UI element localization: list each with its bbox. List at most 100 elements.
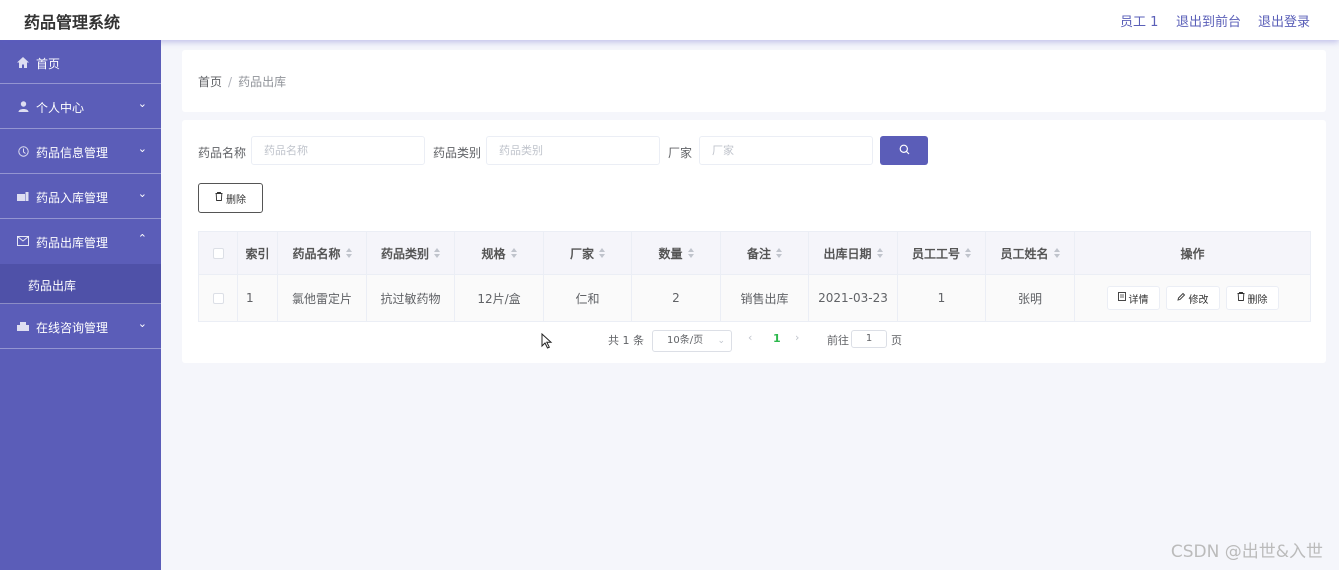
cell-maker: 仁和 xyxy=(544,275,632,321)
table-header-row: 索引 药品名称 药品类别 规格 厂家 数量 备注 出库日期 员工工号 员工姓名 … xyxy=(199,232,1310,275)
header-label: 操作 xyxy=(1180,246,1205,261)
header-category[interactable]: 药品类别 xyxy=(367,232,455,274)
pagination-total: 共 1 条 xyxy=(608,334,644,347)
prev-page-icon[interactable]: ‹ xyxy=(748,331,752,344)
filter-category-input[interactable] xyxy=(486,136,660,165)
home-icon xyxy=(16,55,30,69)
delete-label: 删除 xyxy=(1247,294,1268,306)
select-all-cell xyxy=(199,232,238,274)
row-delete-button[interactable]: 删除 xyxy=(1225,286,1279,310)
filter-name-input[interactable] xyxy=(251,136,425,165)
breadcrumb-card: 首页 / 药品出库 xyxy=(182,50,1326,112)
chevron-down-icon: ⌄ xyxy=(137,97,147,110)
cell-actions: 详情 修改 删除 xyxy=(1075,275,1310,321)
select-all-checkbox[interactable] xyxy=(212,247,224,259)
breadcrumb-home[interactable]: 首页 xyxy=(198,75,222,89)
sidebar-item-label: 药品出库管理 xyxy=(36,236,109,250)
page-number-current[interactable]: 1 xyxy=(773,332,781,345)
header-actions: 操作 xyxy=(1075,232,1310,274)
search-button[interactable] xyxy=(880,136,928,165)
filter-category-label: 药品类别 xyxy=(433,146,482,160)
header-drug-name[interactable]: 药品名称 xyxy=(278,232,367,274)
sort-icon[interactable] xyxy=(345,248,352,258)
sidebar-item-label: 药品入库管理 xyxy=(36,191,109,205)
sidebar-item-label: 个人中心 xyxy=(36,101,85,115)
page-unit-label: 页 xyxy=(891,334,902,347)
sidebar-subitem-drug-outbound[interactable]: 药品出库 xyxy=(0,264,161,304)
app-title: 药品管理系统 xyxy=(24,13,121,32)
sort-icon[interactable] xyxy=(776,248,782,258)
sort-icon[interactable] xyxy=(1053,248,1060,258)
chat-icon xyxy=(16,319,30,333)
sort-icon[interactable] xyxy=(599,248,605,258)
page-size-select[interactable]: 10条/页 ⌄ xyxy=(652,330,732,352)
sidebar-item-drug-inbound[interactable]: 药品入库管理 ⌄ xyxy=(0,174,161,219)
header-maker[interactable]: 厂家 xyxy=(544,232,632,274)
main-card: 药品名称 药品类别 厂家 删除 索引 药品名称 药品类别 规格 厂家 数量 备注… xyxy=(182,120,1326,363)
sidebar-item-online-consult[interactable]: 在线咨询管理 ⌄ xyxy=(0,304,161,349)
mail-icon xyxy=(16,234,30,248)
header-quantity[interactable]: 数量 xyxy=(632,232,721,274)
batch-delete-button[interactable]: 删除 xyxy=(198,183,263,213)
header-label: 员工姓名 xyxy=(1000,246,1049,261)
cell-spec: 12片/盒 xyxy=(455,275,544,321)
chevron-down-icon: ⌄ xyxy=(137,317,147,330)
page-size-value: 10条/页 xyxy=(667,335,704,346)
header-label: 规格 xyxy=(481,246,506,261)
header-label: 索引 xyxy=(245,246,270,261)
trash-icon xyxy=(1237,292,1245,304)
sort-icon[interactable] xyxy=(876,248,883,258)
row-checkbox[interactable] xyxy=(212,292,224,304)
storage-icon xyxy=(16,189,30,203)
header-label: 员工工号 xyxy=(911,246,960,261)
trash-icon xyxy=(215,192,223,204)
document-icon xyxy=(1117,292,1126,304)
sidebar-subitem-label: 药品出库 xyxy=(28,279,77,293)
logout-link[interactable]: 退出登录 xyxy=(1258,11,1310,30)
sidebar-item-drug-info[interactable]: 药品信息管理 ⌄ xyxy=(0,129,161,174)
header-label: 药品类别 xyxy=(380,246,429,261)
cell-drug-name: 氯他雷定片 xyxy=(278,275,367,321)
sidebar-item-label: 药品信息管理 xyxy=(36,146,109,160)
chevron-up-icon: ⌃ xyxy=(137,232,147,245)
sidebar-item-home[interactable]: 首页 xyxy=(0,40,161,84)
current-user-link[interactable]: 员工 1 xyxy=(1120,11,1158,30)
goto-page-input[interactable]: 1 xyxy=(851,330,887,348)
sidebar-item-personal-center[interactable]: 个人中心 ⌄ xyxy=(0,84,161,129)
header-spec[interactable]: 规格 xyxy=(455,232,544,274)
detail-button[interactable]: 详情 xyxy=(1106,286,1160,310)
goto-label: 前往 xyxy=(827,334,849,347)
row-select-cell xyxy=(199,275,238,321)
sort-icon[interactable] xyxy=(510,248,517,258)
filter-maker-label: 厂家 xyxy=(668,146,693,160)
sort-icon[interactable] xyxy=(687,248,694,258)
sidebar: 首页 个人中心 ⌄ 药品信息管理 ⌄ 药品入库管理 ⌄ 药品出库管理 ⌃ 药品出… xyxy=(0,40,161,570)
top-header: 药品管理系统 员工 1 退出到前台 退出登录 xyxy=(0,0,1339,40)
cell-quantity: 2 xyxy=(632,275,721,321)
cell-index: 1 xyxy=(238,275,278,321)
header-employee-id[interactable]: 员工工号 xyxy=(898,232,986,274)
table-row: 1 氯他雷定片 抗过敏药物 12片/盒 仁和 2 销售出库 2021-03-23… xyxy=(199,275,1310,321)
header-index: 索引 xyxy=(238,232,278,274)
sidebar-item-drug-outbound[interactable]: 药品出库管理 ⌃ xyxy=(0,219,161,264)
header-label: 数量 xyxy=(658,246,683,261)
filter-maker-input[interactable] xyxy=(699,136,873,165)
next-page-icon[interactable]: › xyxy=(795,331,799,344)
edit-icon xyxy=(1176,292,1186,304)
edit-button[interactable]: 修改 xyxy=(1165,286,1220,310)
cell-category: 抗过敏药物 xyxy=(367,275,455,321)
header-remark[interactable]: 备注 xyxy=(721,232,809,274)
sidebar-item-label: 首页 xyxy=(36,57,61,71)
chevron-down-icon: ⌄ xyxy=(717,336,725,346)
sidebar-item-label: 在线咨询管理 xyxy=(36,321,109,335)
breadcrumb-separator: / xyxy=(228,75,233,89)
sort-icon[interactable] xyxy=(434,248,440,258)
cell-employee-id: 1 xyxy=(898,275,986,321)
header-employee-name[interactable]: 员工姓名 xyxy=(986,232,1075,274)
sort-icon[interactable] xyxy=(965,248,971,258)
header-label: 出库日期 xyxy=(823,246,872,261)
exit-to-front-link[interactable]: 退出到前台 xyxy=(1176,11,1241,30)
header-out-date[interactable]: 出库日期 xyxy=(809,232,898,274)
chevron-down-icon: ⌄ xyxy=(137,142,147,155)
edit-label: 修改 xyxy=(1188,294,1209,306)
